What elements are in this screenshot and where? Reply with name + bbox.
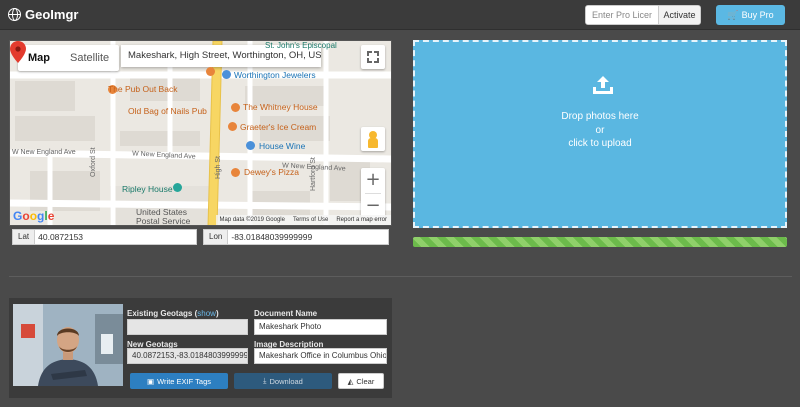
buy-pro-label: Buy Pro <box>741 10 774 20</box>
report-error-link[interactable]: Report a map error <box>332 215 391 225</box>
latitude-input[interactable] <box>35 230 186 244</box>
map-data-credit: Map data ©2019 Google <box>219 217 285 223</box>
show-geotags-link[interactable]: show <box>197 309 216 318</box>
latitude-group: Lat <box>12 229 197 245</box>
map-label-street: W New England Ave <box>12 149 76 156</box>
street-view-pegman-icon[interactable] <box>361 127 385 151</box>
dropzone-line-3: click to upload <box>568 138 632 149</box>
dropzone-text: Drop photos here or click to upload <box>415 110 785 151</box>
eraser-icon: ◭ <box>347 376 354 386</box>
fullscreen-icon[interactable] <box>361 45 385 69</box>
upload-progress-bar <box>413 237 787 247</box>
map-label-post-office: Postal Service <box>136 216 191 226</box>
new-geotags-field: 40.0872153,-83.01848039999999 <box>127 348 248 364</box>
map-label-house-wine: House Wine <box>259 141 306 151</box>
latitude-label: Lat <box>13 230 36 244</box>
clear-button[interactable]: ◭ Clear <box>338 373 384 389</box>
app-logo[interactable]: GeoImgr <box>8 7 78 22</box>
location-pin-icon[interactable] <box>10 41 26 63</box>
app-title: GeoImgr <box>25 7 79 22</box>
map-label-st-johns: St. John's Episcopal <box>265 41 337 50</box>
map-label-street: Hartford St <box>310 157 317 191</box>
document-name-input[interactable]: Makeshark Photo <box>254 319 387 335</box>
download-label: Download <box>269 376 303 386</box>
longitude-group: Lon <box>203 229 389 245</box>
shopping-icon <box>222 70 231 79</box>
write-exif-button[interactable]: ▣ Write EXIF Tags <box>130 373 228 389</box>
map-label-street: Oxford St <box>90 147 97 177</box>
section-divider <box>9 276 792 277</box>
map-label-deweys: Dewey's Pizza <box>244 167 300 177</box>
map-label-whitney-house: The Whitney House <box>243 102 318 112</box>
document-name-label: Document Name <box>254 309 318 318</box>
map-view[interactable]: Map Satellite Makeshark, High Street, Wo… <box>9 40 392 226</box>
map-label-worthington-jewelers: Worthington Jewelers <box>234 70 316 80</box>
image-description-input[interactable]: Makeshark Office in Columbus Ohio <box>254 348 387 364</box>
map-type-control: Map Satellite <box>18 45 120 71</box>
map-label-ripley-house: Ripley House <box>122 184 173 194</box>
restaurant-icon <box>228 122 237 131</box>
restaurant-icon <box>231 103 240 112</box>
license-input[interactable] <box>586 6 658 24</box>
longitude-label: Lon <box>204 230 229 244</box>
map-label-old-bag-of-nails: Old Bag of Nails Pub <box>128 106 207 116</box>
existing-geotags-label: Existing Geotags (show) <box>127 309 219 318</box>
upload-icon <box>593 76 613 94</box>
clear-label: Clear <box>356 376 375 386</box>
download-button[interactable]: ⤓ Download <box>234 373 332 389</box>
photo-card: Existing Geotags (show) New Geotags 40.0… <box>9 298 392 398</box>
shopping-icon <box>246 141 255 150</box>
existing-geotags-field <box>127 319 248 335</box>
top-navbar: GeoImgr Activate 🛒 Buy Pro <box>0 0 800 30</box>
terms-link[interactable]: Terms of Use <box>289 215 332 225</box>
license-form: Activate <box>585 5 701 25</box>
cart-icon: 🛒 <box>727 9 739 20</box>
map-type-satellite-button[interactable]: Satellite <box>60 45 119 71</box>
dropzone-line-2: or <box>595 124 605 136</box>
save-icon: ▣ <box>147 376 155 386</box>
restaurant-icon <box>231 168 240 177</box>
map-label-graeters: Graeter's Ice Cream <box>240 122 317 132</box>
landmark-icon <box>173 183 182 192</box>
write-exif-label: Write EXIF Tags <box>157 376 211 386</box>
upload-progress-fill <box>413 237 787 247</box>
activate-button[interactable]: Activate <box>658 6 700 24</box>
longitude-input[interactable] <box>228 230 379 244</box>
buy-pro-button[interactable]: 🛒 Buy Pro <box>716 5 785 25</box>
map-label-pub-out-back: The Pub Out Back <box>108 84 178 94</box>
google-logo[interactable]: Google <box>13 209 54 223</box>
zoom-control: + − <box>361 168 385 218</box>
map-attribution: Map data ©2019 Google Terms of Use Repor… <box>215 215 391 225</box>
photo-dropzone[interactable]: Drop photos here or click to upload <box>413 40 787 228</box>
dropzone-line-1: Drop photos here <box>561 111 639 122</box>
restaurant-icon <box>206 67 215 76</box>
globe-icon <box>8 8 21 21</box>
zoom-in-button[interactable]: + <box>361 168 385 193</box>
photo-thumbnail[interactable] <box>13 304 123 386</box>
download-icon: ⤓ <box>263 376 267 385</box>
map-label-street: High St <box>215 156 222 179</box>
